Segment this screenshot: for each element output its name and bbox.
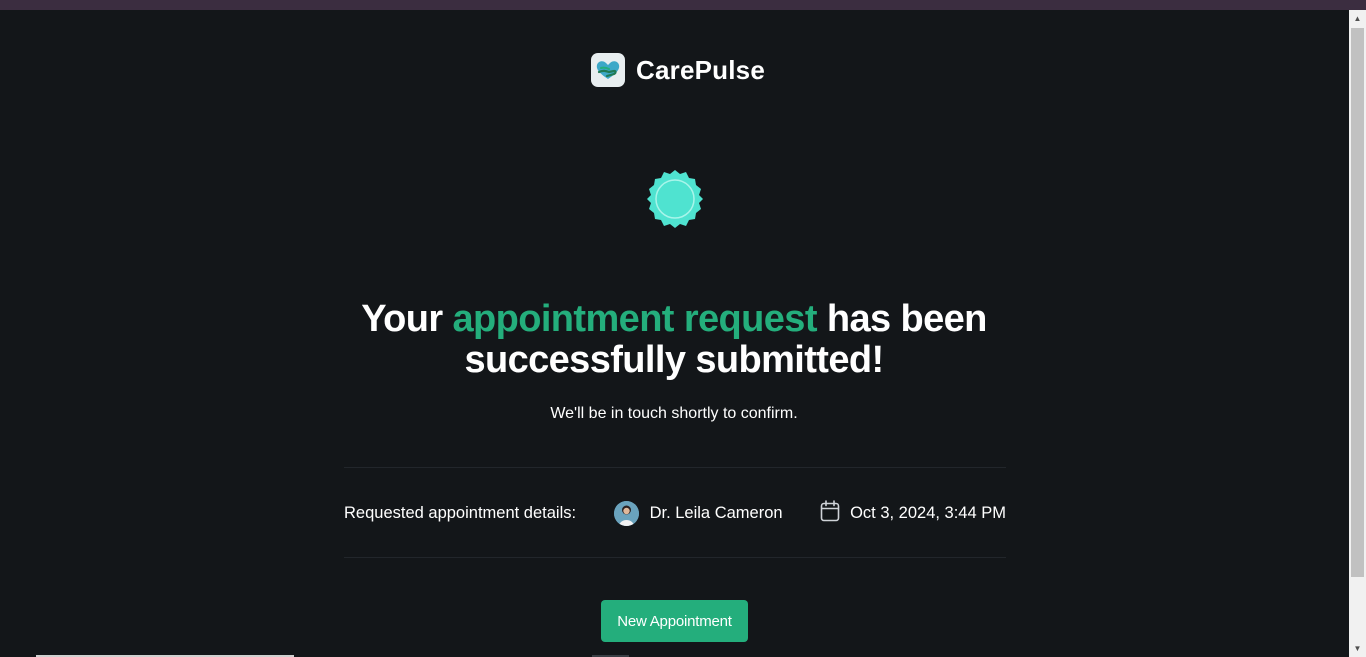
doctor-name: Dr. Leila Cameron xyxy=(649,503,783,522)
appointment-datetime: Oct 3, 2024, 3:44 PM xyxy=(820,499,1006,527)
heart-hand-icon xyxy=(591,53,625,87)
scroll-up-icon[interactable]: ▲ xyxy=(1349,10,1366,27)
datetime-value: Oct 3, 2024, 3:44 PM xyxy=(850,503,1006,522)
doctor-info: Dr. Leila Cameron xyxy=(613,500,783,526)
success-headline: Your appointment request has been succes… xyxy=(324,299,1024,381)
confirmation-subtext: We'll be in touch shortly to confirm. xyxy=(550,405,798,422)
details-label: Requested appointment details: xyxy=(344,503,577,522)
divider-bottom xyxy=(344,557,1006,558)
browser-top-strip xyxy=(0,0,1366,10)
brand-logo[interactable]: CarePulse xyxy=(591,53,765,87)
headline-highlight: appointment request xyxy=(452,298,817,340)
headline-part-1: Your xyxy=(361,298,453,340)
scrollbar-thumb[interactable] xyxy=(1351,28,1364,577)
scroll-down-icon[interactable]: ▼ xyxy=(1349,640,1366,657)
appointment-details: Requested appointment details: Dr. Leila… xyxy=(344,499,1006,527)
brand-name: CarePulse xyxy=(636,54,765,85)
doctor-avatar xyxy=(613,500,639,526)
success-badge-icon xyxy=(644,168,706,235)
calendar-icon xyxy=(820,499,840,527)
new-appointment-button[interactable]: New Appointment xyxy=(601,600,748,642)
divider-top xyxy=(344,467,1006,468)
success-page: CarePulse Your appointment request has b… xyxy=(0,10,1349,657)
vertical-scrollbar[interactable]: ▲ ▼ xyxy=(1349,10,1366,657)
